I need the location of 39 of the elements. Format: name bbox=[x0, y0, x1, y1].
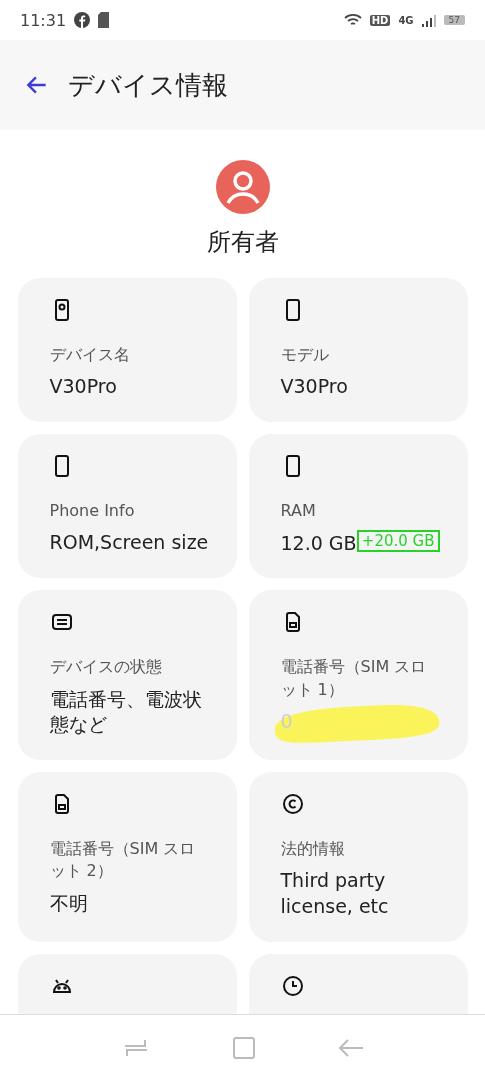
card-label: モデル bbox=[280, 344, 330, 366]
card-label: 法的情報 bbox=[280, 838, 346, 861]
copyright-icon bbox=[280, 792, 305, 817]
info-card[interactable]: 電話番号（SIM スロット 2） 不明 bbox=[17, 772, 237, 942]
info-card[interactable]: モデル V30Pro bbox=[248, 278, 468, 423]
network-type: 4G bbox=[398, 14, 414, 26]
clock-icon bbox=[280, 973, 305, 998]
info-card[interactable]: Phone Info ROM,Screen size bbox=[17, 434, 237, 579]
home-icon[interactable] bbox=[231, 1035, 256, 1060]
avatar-icon bbox=[215, 160, 270, 214]
card-value: ROM,Screen size bbox=[49, 530, 209, 556]
ram-badge: +20.0 GB bbox=[356, 530, 440, 553]
card-label: RAM bbox=[280, 500, 317, 523]
page-title: デバイス情報 bbox=[68, 68, 228, 102]
wifi-icon bbox=[343, 13, 362, 27]
card-label: 電話番号（SIM スロット 2） bbox=[49, 838, 197, 883]
card-label: Phone Info bbox=[49, 500, 136, 523]
info-card[interactable]: 電話番号（SIM スロット 1） 0 bbox=[248, 590, 468, 761]
card-value: 電話番号、電波状態など bbox=[49, 686, 203, 738]
card-value: 不明 bbox=[49, 890, 88, 916]
card-label: デバイス名 bbox=[49, 344, 131, 366]
sim-card-icon bbox=[98, 12, 110, 28]
card-value: V30Pro bbox=[49, 374, 117, 400]
card-value: Third party license, etc bbox=[280, 868, 390, 920]
clock-time: 11:31 bbox=[20, 10, 67, 30]
info-card[interactable]: デバイスの状態 電話番号、電波状態など bbox=[17, 590, 237, 761]
facebook-icon bbox=[74, 12, 91, 28]
owner-label: 所有者 bbox=[206, 227, 279, 258]
info-card[interactable]: デバイス名 V30Pro bbox=[17, 278, 237, 423]
info-card[interactable]: 法的情報 Third party license, etc bbox=[248, 772, 468, 942]
battery-level: 57 bbox=[443, 15, 465, 25]
info-card[interactable]: RAM 12.0 GB +20.0 GB bbox=[248, 434, 468, 579]
hd-indicator: HD bbox=[369, 14, 391, 26]
card-value: V30Pro bbox=[280, 374, 348, 400]
card-value: 12.0 GB bbox=[280, 530, 357, 556]
card-value: 0 bbox=[280, 709, 293, 735]
card-label: 電話番号（SIM スロット 1） bbox=[280, 656, 428, 701]
card-label: デバイスの状態 bbox=[49, 656, 163, 679]
signal-icon bbox=[421, 13, 436, 27]
